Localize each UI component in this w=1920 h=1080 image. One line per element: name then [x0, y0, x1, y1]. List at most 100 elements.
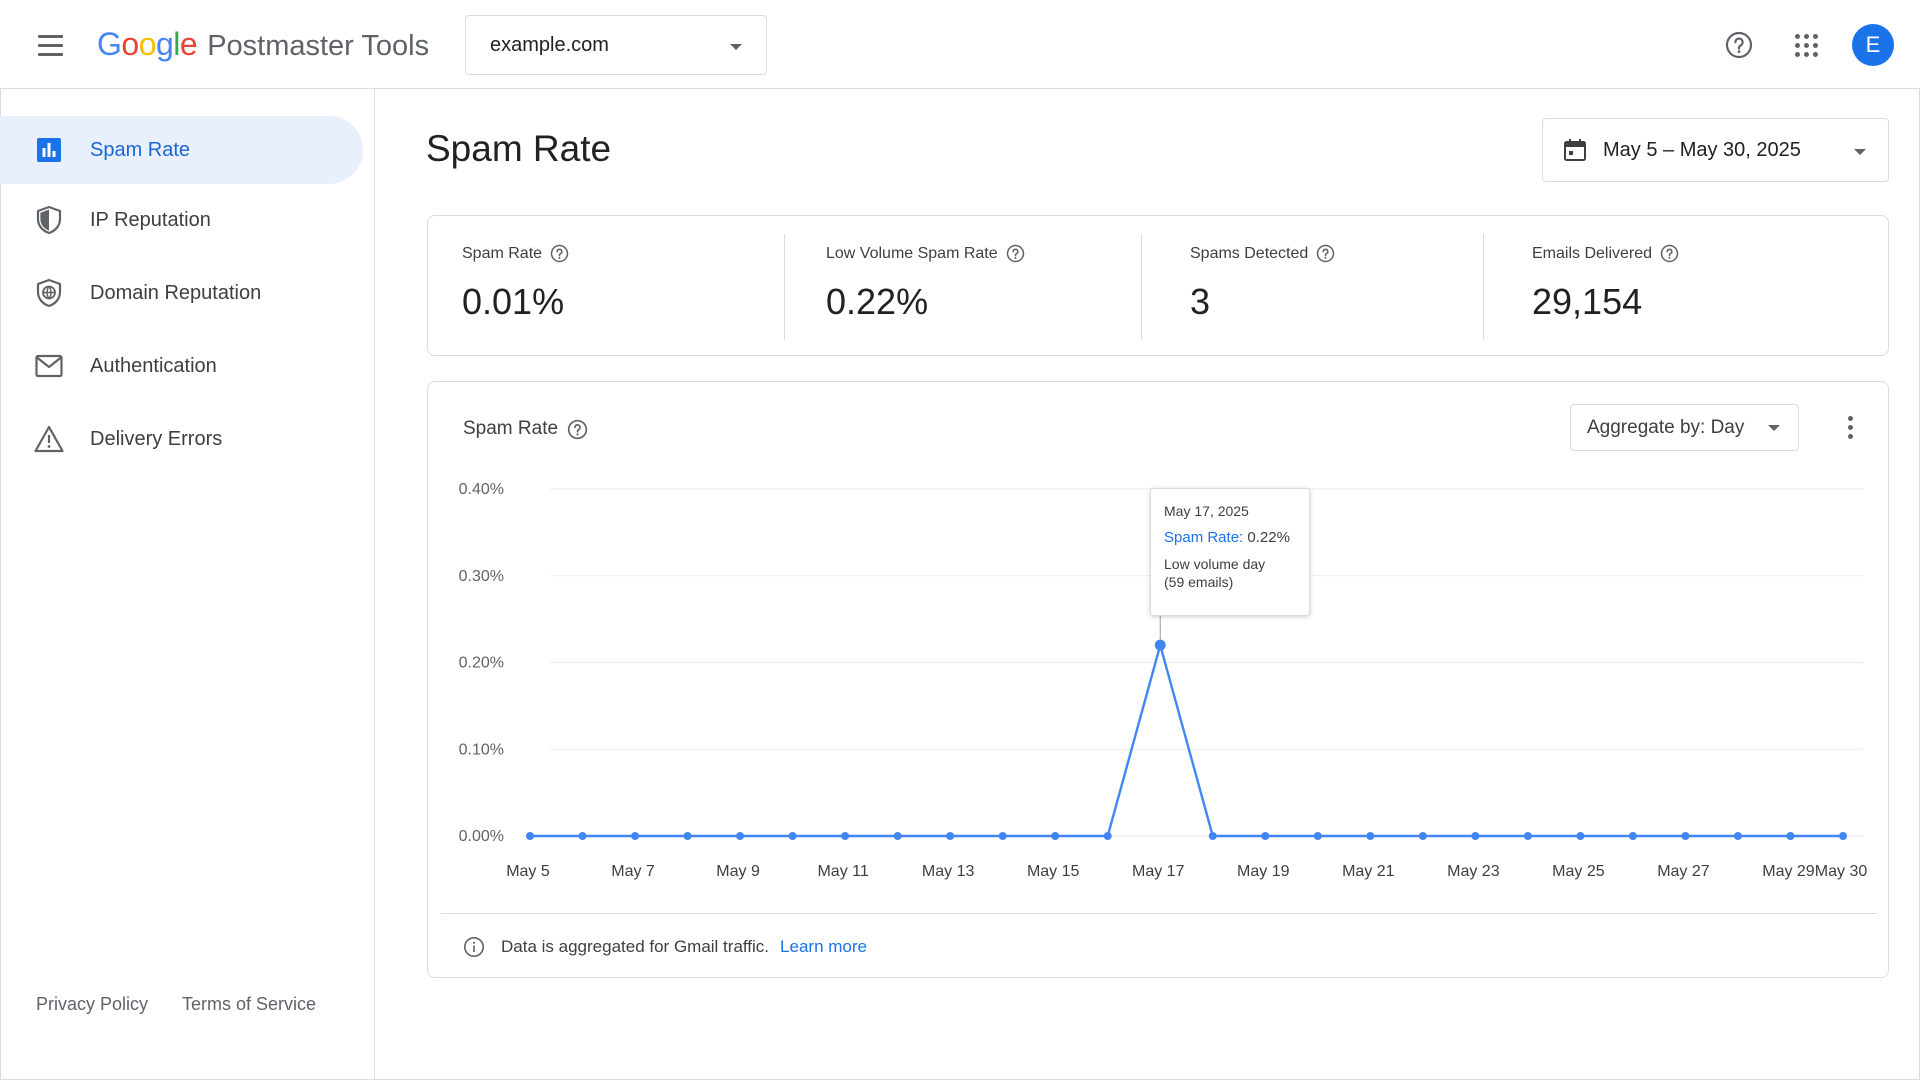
- metric-label: Spams Detected: [1190, 244, 1309, 262]
- data-point: [788, 832, 797, 840]
- sidebar-item-label: Spam Rate: [90, 138, 191, 161]
- metric-value: 29,154: [1532, 281, 1643, 322]
- data-point: [1523, 832, 1532, 840]
- bar-chart-icon: [34, 135, 64, 165]
- data-point: [1051, 832, 1060, 840]
- info-icon: [463, 936, 485, 958]
- y-tick-label: 0.20%: [459, 655, 504, 672]
- y-tick-label: 0.10%: [459, 741, 504, 758]
- tooltip-note: Low volume day (59 emails): [1164, 556, 1266, 590]
- tooltip-rate: Spam Rate: 0.22%: [1164, 529, 1290, 546]
- sidebar-item-domain-reputation[interactable]: Domain Reputation: [0, 259, 363, 327]
- aggregate-select[interactable]: Aggregate by: Day: [1570, 404, 1799, 451]
- data-point: [1103, 832, 1112, 840]
- learn-more-link[interactable]: Learn more: [780, 937, 867, 957]
- tooltip-date: May 17, 2025: [1164, 503, 1249, 519]
- sidebar-item-ip-reputation[interactable]: IP Reputation: [0, 186, 363, 254]
- date-range-value: May 5 – May 30, 2025: [1603, 138, 1801, 161]
- help-icon[interactable]: [1719, 25, 1759, 65]
- chart-footnote: Data is aggregated for Gmail traffic. Le…: [463, 936, 867, 958]
- data-point: [1313, 832, 1322, 840]
- data-point: [998, 832, 1007, 840]
- x-tick-label: May 15: [1027, 863, 1080, 880]
- data-point: [578, 832, 587, 840]
- top-app-bar: Google Postmaster Tools example.com E: [0, 0, 1920, 89]
- data-point: [631, 832, 640, 840]
- x-tick-label: May 25: [1552, 863, 1605, 880]
- avatar[interactable]: E: [1852, 24, 1894, 66]
- x-tick-label: May 29: [1762, 863, 1815, 880]
- chevron-down-icon: [1854, 149, 1866, 155]
- apps-grid-icon[interactable]: [1786, 25, 1826, 65]
- aggregate-select-value: Aggregate by: Day: [1587, 416, 1745, 438]
- chart-note-text: Data is aggregated for Gmail traffic.: [501, 937, 770, 956]
- y-tick-label: 0.30%: [459, 568, 504, 585]
- privacy-policy-link[interactable]: Privacy Policy: [36, 994, 148, 1015]
- sidebar-footer: Privacy Policy Terms of Service: [36, 994, 316, 1015]
- data-point: [1208, 832, 1217, 840]
- series-line: [530, 643, 1843, 838]
- data-point: [1261, 832, 1270, 840]
- data-point: [1471, 832, 1480, 840]
- sidebar: Spam Rate IP Reputation Domain Reputatio…: [0, 89, 375, 1080]
- data-point: [1786, 832, 1795, 840]
- spam-rate-chart: 0.00% 0.10% 0.20% 0.30% 0.40% May 5 May 7 May 9…: [459, 481, 1868, 880]
- divider: [441, 913, 1877, 914]
- chart-title: Spam Rate: [463, 418, 588, 440]
- spam-rate-chart-card: 0.00% 0.10% 0.20% 0.30% 0.40% May 5 May 7 May 9…: [427, 381, 1889, 978]
- shield-globe-icon: [34, 278, 64, 308]
- data-point: [1733, 832, 1742, 840]
- sidebar-item-authentication[interactable]: Authentication: [0, 332, 363, 400]
- metric-label: Emails Delivered: [1532, 244, 1653, 262]
- data-point: [1681, 832, 1690, 840]
- chevron-down-icon: [730, 44, 742, 50]
- divider: [1483, 234, 1484, 340]
- sidebar-item-label: Domain Reputation: [90, 281, 262, 304]
- x-tick-label: May 9: [716, 863, 760, 880]
- mail-icon: [34, 351, 64, 381]
- x-tick-label: May 17: [1132, 863, 1185, 880]
- chart-tooltip: May 17, 2025 Spam Rate: 0.22% Low volume…: [1150, 488, 1310, 616]
- metric-label: Low Volume Spam Rate: [826, 244, 998, 262]
- divider: [784, 234, 785, 340]
- domain-selector-value: example.com: [490, 33, 609, 56]
- metric-label: Spam Rate: [462, 244, 543, 262]
- page-title: Spam Rate: [426, 128, 612, 169]
- help-icon[interactable]: [567, 419, 588, 440]
- x-tick-label: May 11: [817, 863, 868, 880]
- date-range-picker[interactable]: May 5 – May 30, 2025: [1542, 118, 1889, 182]
- x-tick-label: May 23: [1447, 863, 1500, 880]
- x-tick-label: May 21: [1342, 863, 1395, 880]
- terms-of-service-link[interactable]: Terms of Service: [182, 994, 316, 1015]
- more-options-icon[interactable]: [1836, 410, 1864, 444]
- sidebar-item-delivery-errors[interactable]: Delivery Errors: [0, 405, 363, 473]
- data-point: [1366, 832, 1375, 840]
- shield-icon: [34, 205, 64, 235]
- sidebar-item-spam-rate[interactable]: Spam Rate: [0, 116, 363, 184]
- x-tick-label: May 13: [922, 863, 975, 880]
- sidebar-item-label: Delivery Errors: [90, 427, 223, 450]
- domain-selector[interactable]: example.com: [465, 15, 767, 75]
- brand[interactable]: Google Postmaster Tools: [97, 26, 429, 63]
- help-icon[interactable]: [1660, 244, 1679, 263]
- data-point: [683, 832, 692, 840]
- main-menu-icon[interactable]: [30, 27, 70, 63]
- data-point: [736, 832, 745, 840]
- metric-value: 0.22%: [826, 281, 929, 322]
- x-tick-label: May 19: [1237, 863, 1290, 880]
- google-logo: Google: [97, 26, 198, 62]
- x-tick-label: May 5: [506, 863, 550, 880]
- data-point: [1154, 639, 1166, 651]
- x-tick-label: May 30: [1815, 863, 1868, 880]
- calendar-icon: [1563, 138, 1587, 162]
- data-point: [1418, 832, 1427, 840]
- y-tick-label: 0.00%: [459, 828, 504, 845]
- sidebar-item-label: IP Reputation: [90, 208, 211, 231]
- help-icon[interactable]: [550, 244, 569, 263]
- data-point: [841, 832, 850, 840]
- help-icon[interactable]: [1006, 244, 1025, 263]
- chart-title-text: Spam Rate: [463, 418, 559, 439]
- data-point: [946, 832, 955, 840]
- sidebar-item-label: Authentication: [90, 354, 217, 377]
- help-icon[interactable]: [1316, 244, 1335, 263]
